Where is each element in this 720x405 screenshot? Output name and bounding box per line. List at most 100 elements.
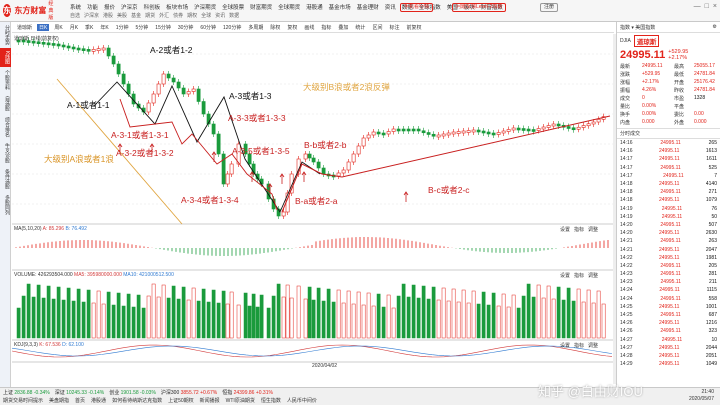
sub2-control-0[interactable]: 设置 [560,273,570,279]
menu-item-5[interactable]: 板块市场 [166,3,188,11]
sub1-control-1[interactable]: 指标 [574,227,584,233]
submenu-item-2[interactable]: 港股 [103,12,113,20]
sub3-control-0[interactable]: 设置 [560,343,570,349]
volume-bar [491,292,496,339]
leftbar-item-1[interactable]: K线图 [0,48,11,68]
menu-item-9[interactable]: 全球期货 [278,3,300,11]
sub2-control-2[interactable]: 调整 [588,273,598,279]
menu-item-4[interactable]: 科创板 [144,3,161,11]
news-item-2[interactable]: 首页 [75,397,85,404]
status-index-3[interactable]: 沪深300 3855.72 +0.67% [161,389,217,396]
submenu-item-8[interactable]: 期权 [187,12,197,20]
menu-item-6[interactable]: 沪深期货 [194,3,216,11]
submenu-item-7[interactable]: 债券 [173,12,183,20]
menu-item-8[interactable]: 财富期货 [250,3,272,11]
tick-time: 14:21 [620,246,633,253]
chart-tab-3[interactable]: 月K [68,24,80,31]
menu-item-1[interactable]: 功能 [87,3,98,11]
chart-tab-5[interactable]: 年K [98,24,110,31]
news-ticker[interactable]: 期货交易时间提示 美盘期指 首页 港股通 如何看待纳斯达克指数 上证50期权 新闻播报 WTI… [3,397,603,404]
status-index-2[interactable]: 创业 1901.58 -0.03% [109,389,156,396]
phone-quote-button[interactable]: 手机看行情 [400,3,434,12]
sub3-control-2[interactable]: 调整 [588,343,598,349]
news-item-5[interactable]: 上证50期权 [168,397,194,404]
volume-bar [21,295,26,339]
news-item-9[interactable]: 人民币中间价 [287,397,317,404]
submenu-item-6[interactable]: 外汇 [159,12,169,20]
submenu-item-10[interactable]: 资讯 [215,12,225,20]
sub1-control-2[interactable]: 调整 [588,227,598,233]
news-item-1[interactable]: 美盘期指 [49,397,69,404]
chart-tab-0[interactable]: 道琼斯 [15,24,34,31]
quote-panel-header[interactable]: 指数 ▾ 美国指数 ⚙ [617,22,720,33]
menu-item-2[interactable]: 报价 [104,3,115,11]
chart-tab-14[interactable]: 复权 [285,24,299,31]
chart-tab-4[interactable]: 季K [83,24,95,31]
chart-tab-18[interactable]: 统计 [353,24,367,31]
news-item-0[interactable]: 期货交易时间提示 [3,397,43,404]
leftbar-item-0[interactable]: 分时走势 [0,22,11,48]
leftbar-item-6[interactable]: 条件选股 [0,166,11,192]
leftbar-item-7[interactable]: 多股同列 [0,192,11,218]
chart-tab-13[interactable]: 除权 [268,24,282,31]
tick-list[interactable]: 14:16 24995.11 265 14:16 24995.11 1613 14:17 24… [617,139,720,368]
chart-tab-1[interactable]: 日K [37,23,50,31]
menu-item-3[interactable]: 沪深京 [121,3,138,11]
feedback-button[interactable]: 问题反馈Level-2领取 [452,3,507,12]
status-index-0[interactable]: 上证 2836.88 -0.34% [3,389,50,396]
submenu-item-0[interactable]: 自选 [70,12,80,20]
chart-tab-11[interactable]: 120分钟 [221,24,243,31]
minimize-icon[interactable]: — [694,3,701,10]
menu-item-11[interactable]: 基金市场 [329,3,351,11]
submenu-item-3[interactable]: 美股 [117,12,127,20]
chart-tab-21[interactable]: 前复权 [404,24,423,31]
status-index-label: 深证 [54,390,67,396]
news-item-3[interactable]: 港股通 [91,397,106,404]
leftbar-item-3[interactable]: 自选股 [0,93,11,114]
news-item-8[interactable]: 恒生指数 [261,397,281,404]
chart-tab-17[interactable]: 叠加 [336,24,350,31]
chart-tab-16[interactable]: 指标 [319,24,333,31]
news-item-6[interactable]: 新闻播报 [200,397,220,404]
sub3-control-1[interactable]: 指标 [574,343,584,349]
status-index-1[interactable]: 深证 10245.33 -0.14% [55,389,104,396]
chart-tab-12[interactable]: 多周期 [246,24,265,31]
chart-tab-6[interactable]: 1分钟 [114,24,131,31]
chart-tab-10[interactable]: 60分钟 [198,24,218,31]
status-index-4[interactable]: 恒指 24399.86 +0.31% [222,389,273,396]
candle-body [196,88,201,102]
chart-tab-8[interactable]: 15分钟 [153,24,173,31]
register-button[interactable]: 注册 [540,3,559,12]
chart-tab-7[interactable]: 5分钟 [134,24,151,31]
leftbar-item-5[interactable]: 牛叉诊股 [0,140,11,166]
submenu-item-1[interactable]: 沪深京 [84,12,99,20]
leftbar-item-4[interactable]: 综合排名 [0,114,11,140]
ticks-title: 分时成交 [617,128,720,139]
sub2-control-1[interactable]: 指标 [574,273,584,279]
leftbar-item-2[interactable]: 个股资料 [0,67,11,93]
submenu-item-4[interactable]: 基金 [131,12,141,20]
chart-tab-19[interactable]: 区间 [370,24,384,31]
settings-icon[interactable]: ⚙ [713,24,717,30]
menu-item-12[interactable]: 基金理财 [357,3,379,11]
submenu-item-9[interactable]: 全球 [201,12,211,20]
menu-item-7[interactable]: 全球股票 [222,3,244,11]
submenu-item-5[interactable]: 期货 [145,12,155,20]
chart-tab-9[interactable]: 30分钟 [176,24,196,31]
sub1-control-0[interactable]: 设置 [560,227,570,233]
candle-body [156,83,161,95]
tick-time: 14:27 [620,336,633,343]
close-icon[interactable]: × [713,3,717,10]
app-logo[interactable]: 东 东方财富 经典版 [3,1,58,21]
submenu-item-11[interactable]: 数据 [229,12,239,20]
chart-tab-15[interactable]: 画线 [302,24,316,31]
news-item-7[interactable]: WTI原油期货 [226,397,255,404]
candle-body [186,91,191,95]
chart-tab-20[interactable]: 标注 [387,24,401,31]
menu-item-10[interactable]: 港股通 [306,3,323,11]
maximize-icon[interactable]: □ [705,3,709,10]
menu-item-0[interactable]: 系统 [70,3,81,11]
chart-tab-2[interactable]: 周K [52,24,64,31]
news-item-4[interactable]: 如何看待纳斯达克指数 [112,397,162,404]
menu-item-13[interactable]: 资讯 [385,3,396,11]
